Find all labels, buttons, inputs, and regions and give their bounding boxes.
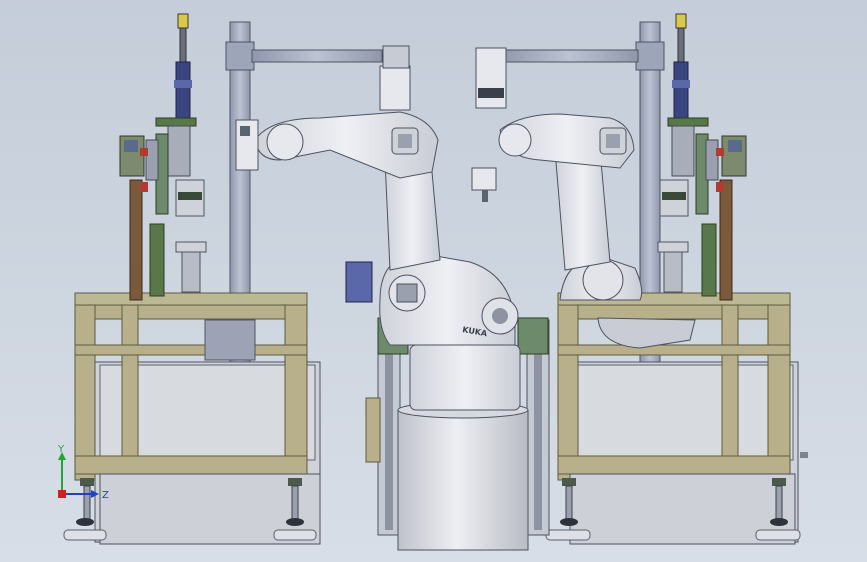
right-frame-leg-1 [557, 304, 579, 481]
right-robot-lower-arm [554, 149, 611, 271]
pedestal-green-block-right [517, 317, 549, 355]
right-frame-mid-rail [557, 344, 791, 356]
cad-viewport[interactable]: KUKA Y Z [0, 0, 867, 562]
left-tabletop [74, 292, 308, 306]
left-frame-mid-rail [74, 344, 308, 356]
left-frame-top-rail [74, 304, 308, 320]
left-back-panel [204, 319, 256, 361]
right-frame-leg-3 [767, 304, 791, 481]
triad-origin [58, 490, 66, 498]
triad-y-label: Y [57, 444, 65, 455]
left-workstation [63, 292, 321, 545]
right-cabinet-panel [574, 364, 794, 461]
left-frame-leg-3 [284, 304, 308, 481]
left-frame-leg-2 [121, 304, 139, 466]
right-side-knob [800, 452, 808, 458]
right-frame-top-rail [557, 304, 791, 320]
right-frame-leg-2 [721, 304, 739, 466]
triad-z-label: Z [102, 490, 109, 501]
right-frame-bottom-rail [557, 455, 791, 475]
gantry-right-cap [635, 41, 665, 71]
left-robot-base [409, 344, 521, 411]
left-fixture-tower [119, 13, 207, 301]
gantry-left-cap [225, 41, 255, 71]
robot-base-cylinder [397, 409, 529, 551]
gantry-beam-right [499, 49, 639, 63]
left-frame-leg-1 [74, 304, 96, 481]
left-frame-bottom-rail [74, 455, 308, 475]
gantry-beam-left [251, 49, 383, 63]
robot-cell-drawing: KUKA Y Z [57, 13, 808, 551]
right-fixture-tower [657, 13, 747, 301]
